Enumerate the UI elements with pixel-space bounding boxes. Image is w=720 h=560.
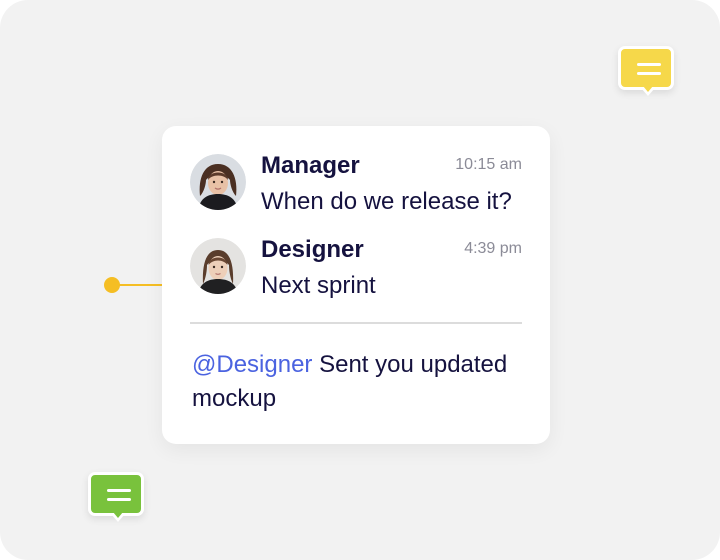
message-timestamp: 4:39 pm bbox=[464, 240, 522, 257]
chat-card: Manager 10:15 am When do we release it? … bbox=[162, 126, 550, 444]
message-item-manager[interactable]: Manager 10:15 am When do we release it? bbox=[190, 152, 530, 222]
avatar-manager bbox=[190, 154, 246, 210]
mention-link[interactable]: @Designer bbox=[192, 351, 312, 378]
mention-notification[interactable]: @Designer Sent you updated mockup bbox=[192, 348, 512, 416]
chat-bubble-icon-green bbox=[88, 472, 144, 522]
canvas-background: Manager 10:15 am When do we release it? … bbox=[0, 0, 720, 560]
message-text: Next sprint bbox=[261, 272, 376, 299]
avatar-designer bbox=[190, 238, 246, 294]
connector-dot bbox=[104, 277, 120, 293]
message-item-designer[interactable]: Designer 4:39 pm Next sprint bbox=[190, 236, 530, 306]
message-sender: Designer bbox=[261, 236, 364, 263]
message-timestamp: 10:15 am bbox=[455, 156, 522, 173]
message-text: When do we release it? bbox=[261, 188, 512, 215]
message-sender: Manager bbox=[261, 152, 360, 179]
chat-bubble-icon-yellow bbox=[618, 46, 674, 96]
divider bbox=[190, 322, 522, 324]
